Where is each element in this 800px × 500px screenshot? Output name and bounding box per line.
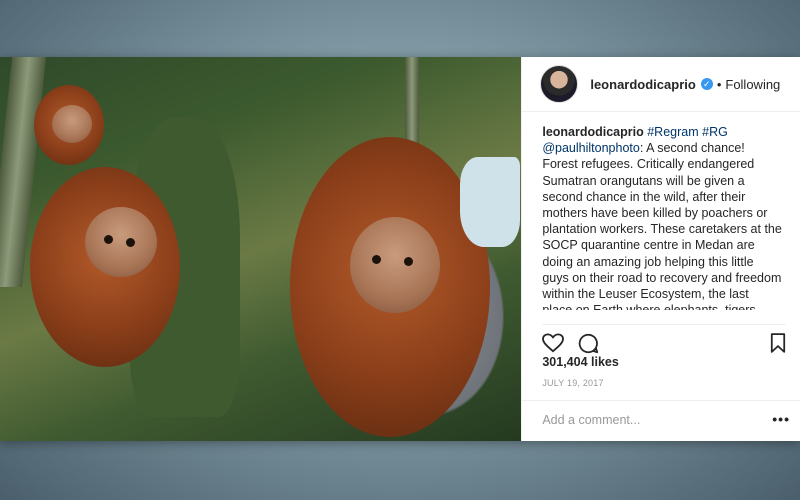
post-photo[interactable] — [0, 57, 522, 441]
orangutan-face — [52, 105, 92, 143]
orangutan-eye — [404, 257, 413, 266]
orangutan-eye — [126, 238, 135, 247]
comment-input[interactable] — [542, 413, 763, 427]
post-date: JULY 19, 2017 — [542, 378, 604, 388]
face-mask — [460, 157, 520, 247]
orangutan-face — [85, 207, 157, 277]
separator: • — [716, 76, 722, 92]
bookmark-icon[interactable] — [770, 333, 786, 358]
username[interactable]: leonardodicaprio — [590, 77, 695, 92]
post-sidebar: leonardodicaprio ✓ • Following leonardod… — [521, 57, 800, 441]
action-bar — [542, 324, 786, 357]
caption: leonardodicaprio #Regram #RG @paulhilton… — [522, 112, 800, 310]
comment-row: ••• — [522, 400, 800, 441]
likes-count[interactable]: 301,404 likes — [542, 355, 618, 369]
avatar[interactable] — [540, 65, 579, 103]
following-button[interactable]: Following — [725, 77, 780, 92]
post-header: leonardodicaprio ✓ • Following — [522, 57, 800, 112]
orangutan-eye — [372, 255, 381, 264]
caption-username[interactable]: leonardodicaprio — [542, 125, 643, 139]
hashtag[interactable]: #RG — [702, 125, 728, 139]
instagram-post: leonardodicaprio ✓ • Following leonardod… — [0, 57, 800, 441]
orangutan-eye — [104, 235, 113, 244]
more-options-icon[interactable]: ••• — [772, 411, 790, 427]
verified-badge-icon: ✓ — [700, 78, 713, 90]
caption-text: : A second chance! Forest refugees. Crit… — [542, 141, 782, 310]
mention-link[interactable]: @paulhiltonphoto — [542, 141, 640, 155]
hashtag[interactable]: #Regram — [647, 125, 698, 139]
orangutan-face — [350, 217, 440, 313]
